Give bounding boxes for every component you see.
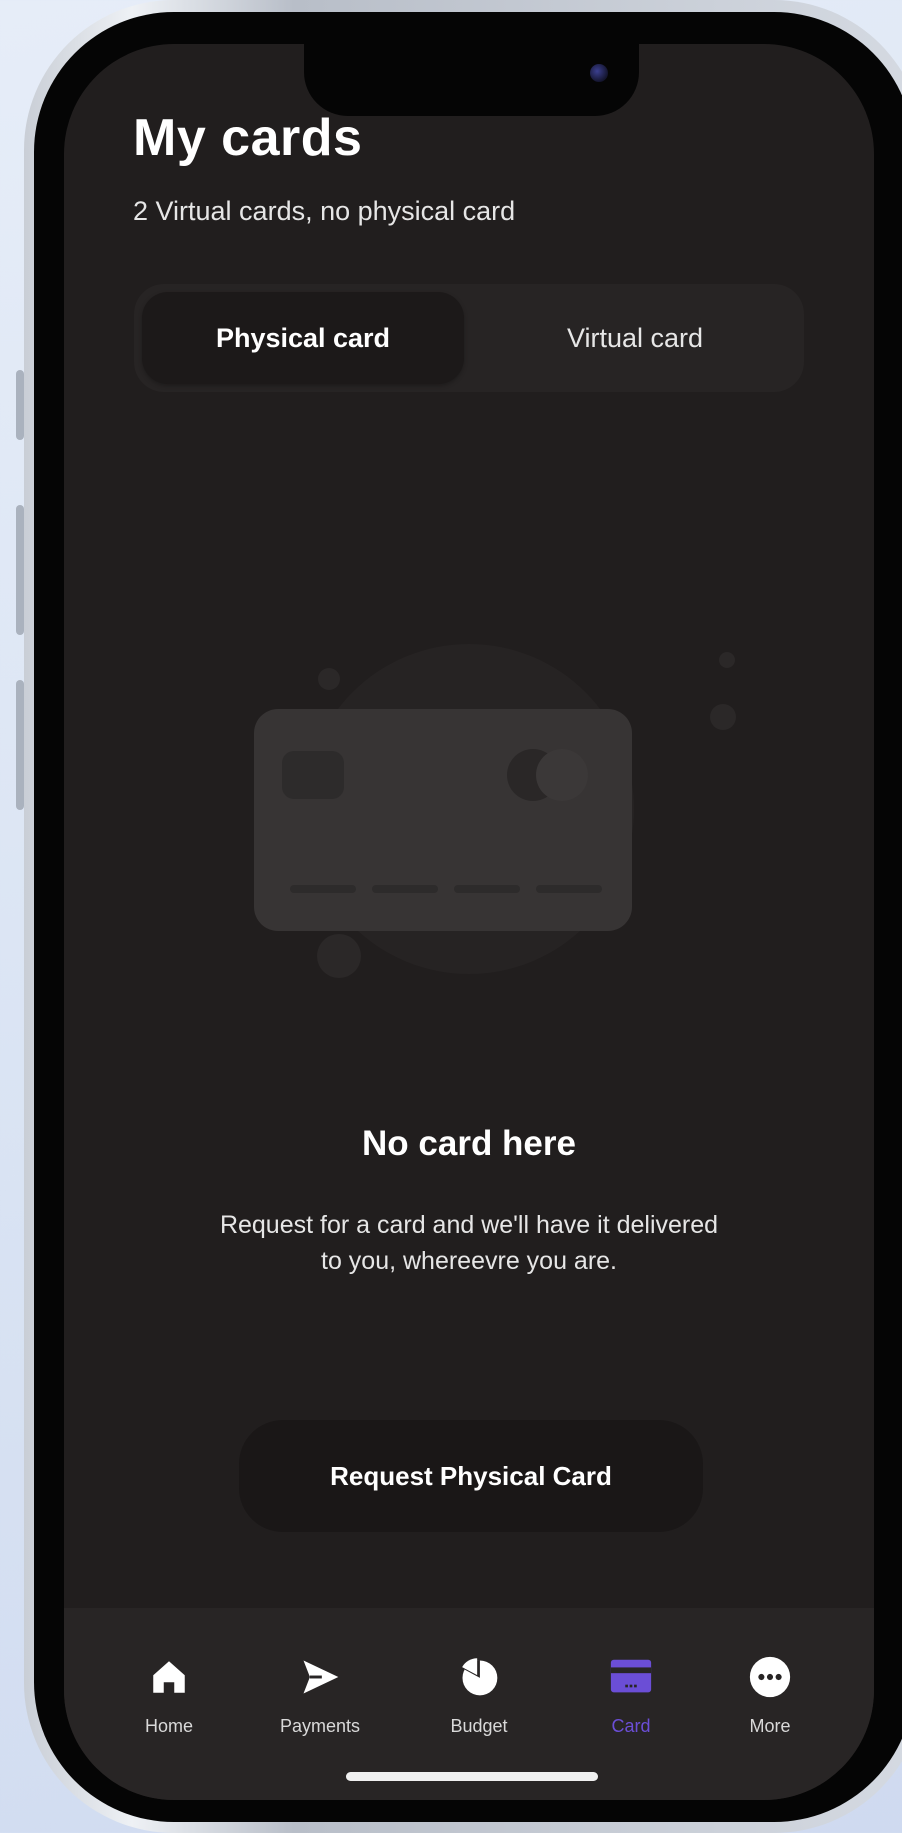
nav-label-payments: Payments — [279, 1716, 361, 1736]
card-brand-circle-right — [536, 749, 588, 801]
tab-physical-card[interactable]: Physical card — [142, 292, 464, 384]
nav-label-card: Card — [611, 1716, 651, 1736]
side-button-volume-down — [16, 680, 24, 810]
request-physical-card-button[interactable]: Request Physical Card — [239, 1420, 703, 1532]
tab-virtual-card[interactable]: Virtual card — [474, 292, 796, 384]
nav-label-more: More — [749, 1716, 791, 1736]
page-subtitle: 2 Virtual cards, no physical card — [133, 196, 516, 226]
home-indicator[interactable] — [346, 1772, 598, 1781]
nav-item-more[interactable]: More — [710, 1652, 830, 1737]
home-icon — [146, 1652, 192, 1702]
card-icon — [608, 1652, 654, 1702]
notch — [304, 44, 639, 116]
front-camera — [590, 64, 608, 82]
card-number-placeholder — [290, 885, 602, 893]
illustration-dot — [719, 652, 735, 668]
nav-item-card[interactable]: Card — [571, 1652, 691, 1737]
illustration-dot — [317, 934, 361, 978]
card-type-tabs: Physical card Virtual card — [134, 284, 804, 392]
empty-state-description: Request for a card and we'll have it del… — [219, 1211, 719, 1275]
card-chip-icon — [282, 751, 344, 799]
nav-item-home[interactable]: Home — [109, 1652, 229, 1737]
pie-chart-icon — [456, 1652, 502, 1702]
page-title: My cards — [133, 109, 363, 167]
nav-item-budget[interactable]: Budget — [419, 1652, 539, 1737]
empty-state-title: No card here — [362, 1124, 576, 1163]
nav-item-payments[interactable]: Payments — [260, 1652, 380, 1737]
illustration-dot — [710, 704, 736, 730]
send-icon — [297, 1652, 343, 1702]
side-button-silent — [16, 370, 24, 440]
side-button-volume-up — [16, 505, 24, 635]
credit-card-illustration — [214, 604, 736, 1024]
nav-label-home: Home — [144, 1716, 193, 1736]
app-screen: My cards 2 Virtual cards, no physical ca… — [64, 44, 874, 1800]
illustration-dot — [318, 668, 340, 690]
nav-label-budget: Budget — [450, 1716, 508, 1736]
card-icon — [254, 709, 632, 931]
more-icon — [747, 1652, 793, 1702]
